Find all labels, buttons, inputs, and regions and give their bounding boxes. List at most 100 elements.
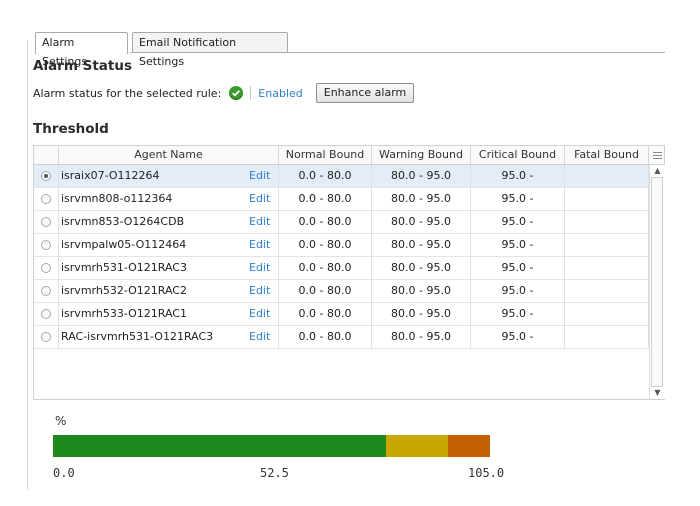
header-agent-name[interactable]: Agent Name (59, 146, 279, 164)
threshold-heading: Threshold (33, 121, 109, 137)
check-icon (229, 86, 244, 100)
cell-normal-bound: 0.0 - 80.0 (279, 257, 372, 279)
alarm-status-heading: Alarm Status (33, 58, 132, 74)
cell-agent-name: isrvmn808-o112364 (61, 192, 173, 205)
cell-normal-bound: 0.0 - 80.0 (279, 188, 372, 210)
cell-critical-bound: 95.0 - (471, 257, 565, 279)
cell-fatal-bound (565, 188, 649, 210)
header-warning-bound[interactable]: Warning Bound (372, 146, 471, 164)
scroll-up-icon[interactable]: ▲ (650, 165, 665, 177)
cell-agent-name: RAC-isrvmrh531-O121RAC3 (61, 330, 214, 343)
column-menu-icon[interactable] (650, 146, 664, 164)
table-row[interactable]: israix07-O112264 Edit 0.0 - 80.0 80.0 - 95.… (34, 165, 649, 188)
edit-link[interactable]: Edit (249, 326, 279, 348)
scroll-down-icon[interactable]: ▼ (650, 387, 665, 399)
cell-normal-bound: 0.0 - 80.0 (279, 326, 372, 348)
cell-select (34, 280, 59, 302)
edit-link[interactable]: Edit (249, 280, 279, 302)
header-critical-bound[interactable]: Critical Bound (471, 146, 565, 164)
gauge-tick-label: 105.0 (468, 466, 505, 480)
cell-normal-bound: 0.0 - 80.0 (279, 165, 372, 187)
row-radio-button[interactable] (41, 194, 51, 204)
cell-select (34, 165, 59, 187)
header-fatal-bound[interactable]: Fatal Bound (565, 146, 649, 164)
cell-fatal-bound (565, 165, 649, 187)
edit-link[interactable]: Edit (249, 188, 279, 210)
cell-warning-bound: 80.0 - 95.0 (372, 257, 471, 279)
panel-left-border (27, 40, 28, 490)
table-row[interactable]: RAC-isrvmrh531-O121RAC3 Edit 0.0 - 80.0 80.… (34, 326, 649, 349)
tab-email-notification-settings[interactable]: Email Notification Settings (132, 32, 288, 68)
alarm-status-row: Alarm status for the selected rule: Enab… (33, 82, 415, 104)
gauge-segment-critical (448, 435, 490, 457)
cell-select (34, 326, 59, 348)
row-radio-button[interactable] (41, 217, 51, 227)
row-radio-button[interactable] (41, 332, 51, 342)
table-row[interactable]: isrvmpalw05-O112464 Edit 0.0 - 80.0 80.0 - … (34, 234, 649, 257)
cell-fatal-bound (565, 303, 649, 325)
cell-warning-bound: 80.0 - 95.0 (372, 234, 471, 256)
cell-select (34, 257, 59, 279)
alarm-status-label: Alarm status for the selected rule: (33, 86, 222, 100)
cell-select (34, 234, 59, 256)
cell-critical-bound: 95.0 - (471, 211, 565, 233)
cell-select (34, 211, 59, 233)
tab-alarm-settings[interactable]: Alarm Settings (35, 32, 128, 68)
table-header: Agent Name Normal Bound Warning Bound Cr… (34, 146, 664, 165)
cell-critical-bound: 95.0 - (471, 188, 565, 210)
cell-normal-bound: 0.0 - 80.0 (279, 211, 372, 233)
threshold-gauge (53, 435, 490, 457)
cell-critical-bound: 95.0 - (471, 303, 565, 325)
header-normal-bound[interactable]: Normal Bound (279, 146, 372, 164)
cell-fatal-bound (565, 211, 649, 233)
row-radio-button[interactable] (41, 171, 51, 181)
table-row[interactable]: isrvmn853-O1264CDB Edit 0.0 - 80.0 80.0 - 9… (34, 211, 649, 234)
threshold-table: Agent Name Normal Bound Warning Bound Cr… (33, 145, 665, 400)
cell-normal-bound: 0.0 - 80.0 (279, 234, 372, 256)
cell-critical-bound: 95.0 - (471, 165, 565, 187)
cell-fatal-bound (565, 234, 649, 256)
cell-critical-bound: 95.0 - (471, 280, 565, 302)
table-row[interactable]: isrvmrh533-O121RAC1 Edit 0.0 - 80.0 80.0 - … (34, 303, 649, 326)
edit-link[interactable]: Edit (249, 257, 279, 279)
cell-fatal-bound (565, 326, 649, 348)
cell-warning-bound: 80.0 - 95.0 (372, 165, 471, 187)
cell-critical-bound: 95.0 - (471, 326, 565, 348)
header-select-column (34, 146, 59, 164)
cell-agent-name: isrvmn853-O1264CDB (61, 215, 185, 228)
table-row[interactable]: isrvmrh532-O121RAC2 Edit 0.0 - 80.0 80.0 - … (34, 280, 649, 303)
vertical-scrollbar[interactable]: ▲ ▼ (649, 165, 665, 399)
gauge-unit: % (55, 414, 67, 428)
edit-link[interactable]: Edit (249, 234, 279, 256)
tab-underline (130, 52, 665, 53)
cell-select (34, 303, 59, 325)
edit-link[interactable]: Edit (249, 165, 279, 187)
cell-agent-name: isrvmrh531-O121RAC3 (61, 261, 187, 274)
cell-warning-bound: 80.0 - 95.0 (372, 211, 471, 233)
scrollbar-thumb[interactable] (651, 177, 663, 387)
cell-agent-name: isrvmpalw05-O112464 (61, 238, 187, 251)
cell-critical-bound: 95.0 - (471, 234, 565, 256)
table-row[interactable]: isrvmn808-o112364 Edit 0.0 - 80.0 80.0 - 95… (34, 188, 649, 211)
edit-link[interactable]: Edit (249, 303, 279, 325)
status-divider (250, 86, 252, 100)
gauge-segment-normal (53, 435, 386, 457)
cell-agent-name: israix07-O112264 (61, 169, 160, 182)
cell-normal-bound: 0.0 - 80.0 (279, 303, 372, 325)
row-radio-button[interactable] (41, 263, 51, 273)
gauge-tick-label: 52.5 (260, 466, 289, 480)
row-radio-button[interactable] (41, 309, 51, 319)
cell-warning-bound: 80.0 - 95.0 (372, 280, 471, 302)
gauge-segment-warning (385, 435, 449, 457)
table-row[interactable]: isrvmrh531-O121RAC3 Edit 0.0 - 80.0 80.0 - … (34, 257, 649, 280)
status-enabled-link[interactable]: Enabled (258, 87, 302, 100)
edit-link[interactable]: Edit (249, 211, 279, 233)
enhance-alarm-button[interactable]: Enhance alarm (315, 83, 415, 103)
row-radio-button[interactable] (41, 286, 51, 296)
row-radio-button[interactable] (41, 240, 51, 250)
cell-normal-bound: 0.0 - 80.0 (279, 280, 372, 302)
cell-fatal-bound (565, 280, 649, 302)
cell-warning-bound: 80.0 - 95.0 (372, 326, 471, 348)
cell-warning-bound: 80.0 - 95.0 (372, 188, 471, 210)
cell-fatal-bound (565, 257, 649, 279)
